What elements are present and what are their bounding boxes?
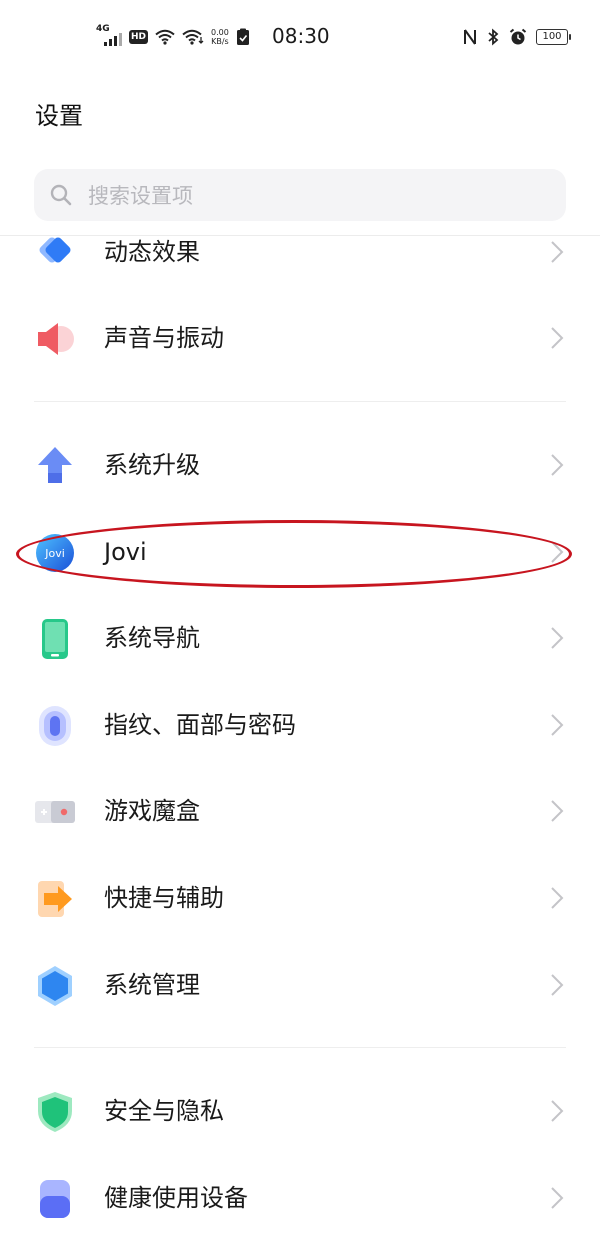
dynamic-effects-icon — [39, 237, 71, 263]
settings-item-label: 动态效果 — [104, 238, 200, 266]
nfc-icon — [464, 29, 476, 45]
settings-item-label: 系统管理 — [104, 971, 200, 999]
settings-item-label: 快捷与辅助 — [104, 884, 224, 912]
chevron-right-icon — [551, 327, 564, 349]
chevron-right-icon — [551, 800, 564, 822]
jovi-icon: Jovi — [36, 534, 74, 572]
bluetooth-icon — [488, 28, 499, 46]
status-right: 100 — [463, 26, 571, 48]
speed-value: 0.00 — [211, 28, 229, 37]
settings-item-label: 游戏魔盒 — [104, 797, 200, 825]
system-management-icon — [38, 966, 72, 1006]
speed-unit: KB/s — [211, 37, 229, 46]
settings-item-system-navigation[interactable]: 系统导航 — [0, 598, 600, 678]
settings-item-dynamic-effects[interactable]: 动态效果 — [0, 212, 600, 292]
section-divider — [34, 401, 566, 402]
chevron-right-icon — [551, 714, 564, 736]
settings-item-system-management[interactable]: 系统管理 — [0, 945, 600, 1025]
cellular-signal-icon: 4G — [96, 24, 122, 47]
alarm-icon — [509, 28, 527, 45]
wifi-icon-secondary — [182, 29, 204, 45]
page-title: 设置 — [35, 102, 83, 130]
chevron-right-icon — [551, 541, 564, 563]
settings-item-sound[interactable]: 声音与振动 — [0, 298, 600, 378]
security-icon — [38, 1092, 72, 1132]
chevron-right-icon — [551, 1100, 564, 1122]
chevron-right-icon — [551, 974, 564, 996]
chevron-right-icon — [551, 241, 564, 263]
settings-item-label: 系统导航 — [104, 624, 200, 652]
settings-item-label: 声音与振动 — [104, 324, 224, 352]
game-box-icon — [35, 801, 75, 823]
status-left: 4G HD 0.00 KB/s — [96, 24, 250, 48]
svg-text:Jovi: Jovi — [44, 547, 65, 560]
clock-time: 08:30 — [272, 24, 330, 48]
search-input[interactable] — [86, 177, 550, 215]
sound-icon — [38, 323, 74, 355]
chevron-right-icon — [551, 887, 564, 909]
battery-icon: 100 — [536, 29, 571, 45]
section-divider — [34, 1047, 566, 1048]
shortcut-icon — [38, 881, 72, 917]
search-icon — [50, 184, 72, 206]
network-speed: 0.00 KB/s — [211, 28, 229, 46]
health-usage-icon — [40, 1180, 70, 1218]
settings-item-label: 指纹、面部与密码 — [104, 711, 296, 739]
settings-item-label: 健康使用设备 — [104, 1184, 248, 1212]
fingerprint-icon — [39, 706, 71, 746]
system-update-icon — [38, 447, 72, 483]
settings-item-system-update[interactable]: 系统升级 — [0, 425, 600, 505]
settings-item-jovi[interactable]: Jovi Jovi — [0, 512, 600, 592]
settings-item-label: Jovi — [104, 538, 147, 566]
chevron-right-icon — [551, 1187, 564, 1209]
system-navigation-icon — [42, 619, 68, 659]
chevron-right-icon — [551, 627, 564, 649]
status-bar: 4G HD 0.00 KB/s 08:30 100 — [0, 0, 600, 74]
clipboard-check-icon — [236, 28, 249, 45]
hd-badge: HD — [129, 30, 149, 44]
chevron-right-icon — [551, 454, 564, 476]
wifi-icon — [155, 29, 175, 45]
settings-item-security-privacy[interactable]: 安全与隐私 — [0, 1071, 600, 1151]
settings-item-fingerprint-face-password[interactable]: 指纹、面部与密码 — [0, 685, 600, 765]
settings-item-healthy-device-usage[interactable]: 健康使用设备 — [0, 1158, 600, 1238]
settings-item-game-box[interactable]: 游戏魔盒 — [0, 771, 600, 851]
settings-item-shortcuts-accessibility[interactable]: 快捷与辅助 — [0, 858, 600, 938]
settings-item-label: 系统升级 — [104, 451, 200, 479]
settings-item-label: 安全与隐私 — [104, 1097, 224, 1125]
